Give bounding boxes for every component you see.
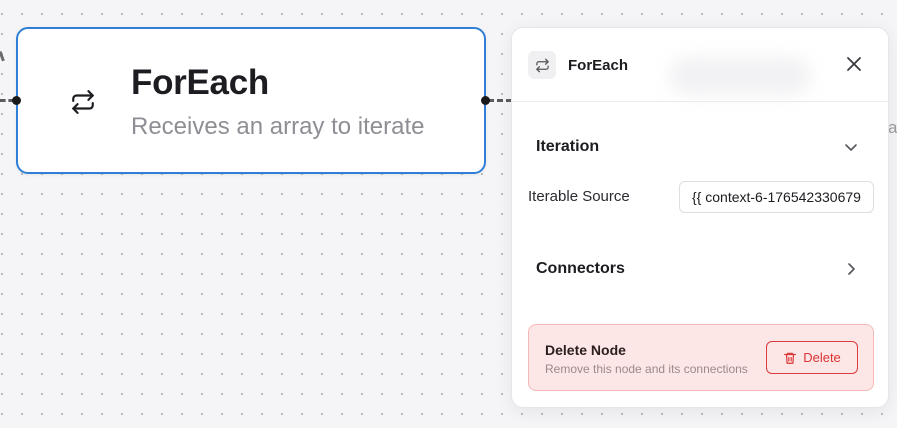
chevron-down-icon[interactable] <box>844 140 858 154</box>
node-subtitle: Receives an array to iterate <box>131 113 425 140</box>
node-title: ForEach <box>131 63 269 102</box>
input-handle[interactable] <box>12 96 21 105</box>
connectors-section-header[interactable]: Connectors <box>536 260 625 278</box>
delete-button[interactable]: Delete <box>766 341 858 374</box>
iterable-source-input[interactable] <box>679 181 874 213</box>
delete-node-description: Remove this node and its connections <box>545 362 748 376</box>
iteration-section-header[interactable]: Iteration <box>536 138 599 156</box>
trash-icon <box>784 352 797 364</box>
output-handle[interactable] <box>481 96 490 105</box>
foreach-node[interactable]: ForEach Receives an array to iterate <box>12 27 490 174</box>
chevron-right-icon[interactable] <box>844 262 858 276</box>
repeat-icon <box>535 58 549 72</box>
repeat-icon <box>72 90 94 114</box>
panel-node-icon-box <box>528 51 556 79</box>
node-properties-panel: ForEach Iteration Iterable Source Connec… <box>511 27 889 408</box>
offscreen-node-fragment: a <box>888 118 897 137</box>
delete-node-title: Delete Node <box>545 342 626 358</box>
delete-node-zone: Delete Node Remove this node and its con… <box>528 324 874 391</box>
iterable-source-label: Iterable Source <box>528 188 630 205</box>
panel-title: ForEach <box>568 57 629 74</box>
delete-button-label: Delete <box>803 350 841 365</box>
edge-incoming-diagonal <box>0 50 5 62</box>
header-decoration <box>670 58 810 94</box>
panel-header: ForEach <box>512 28 888 102</box>
close-icon[interactable] <box>846 56 862 72</box>
edge-outgoing[interactable] <box>488 99 512 102</box>
